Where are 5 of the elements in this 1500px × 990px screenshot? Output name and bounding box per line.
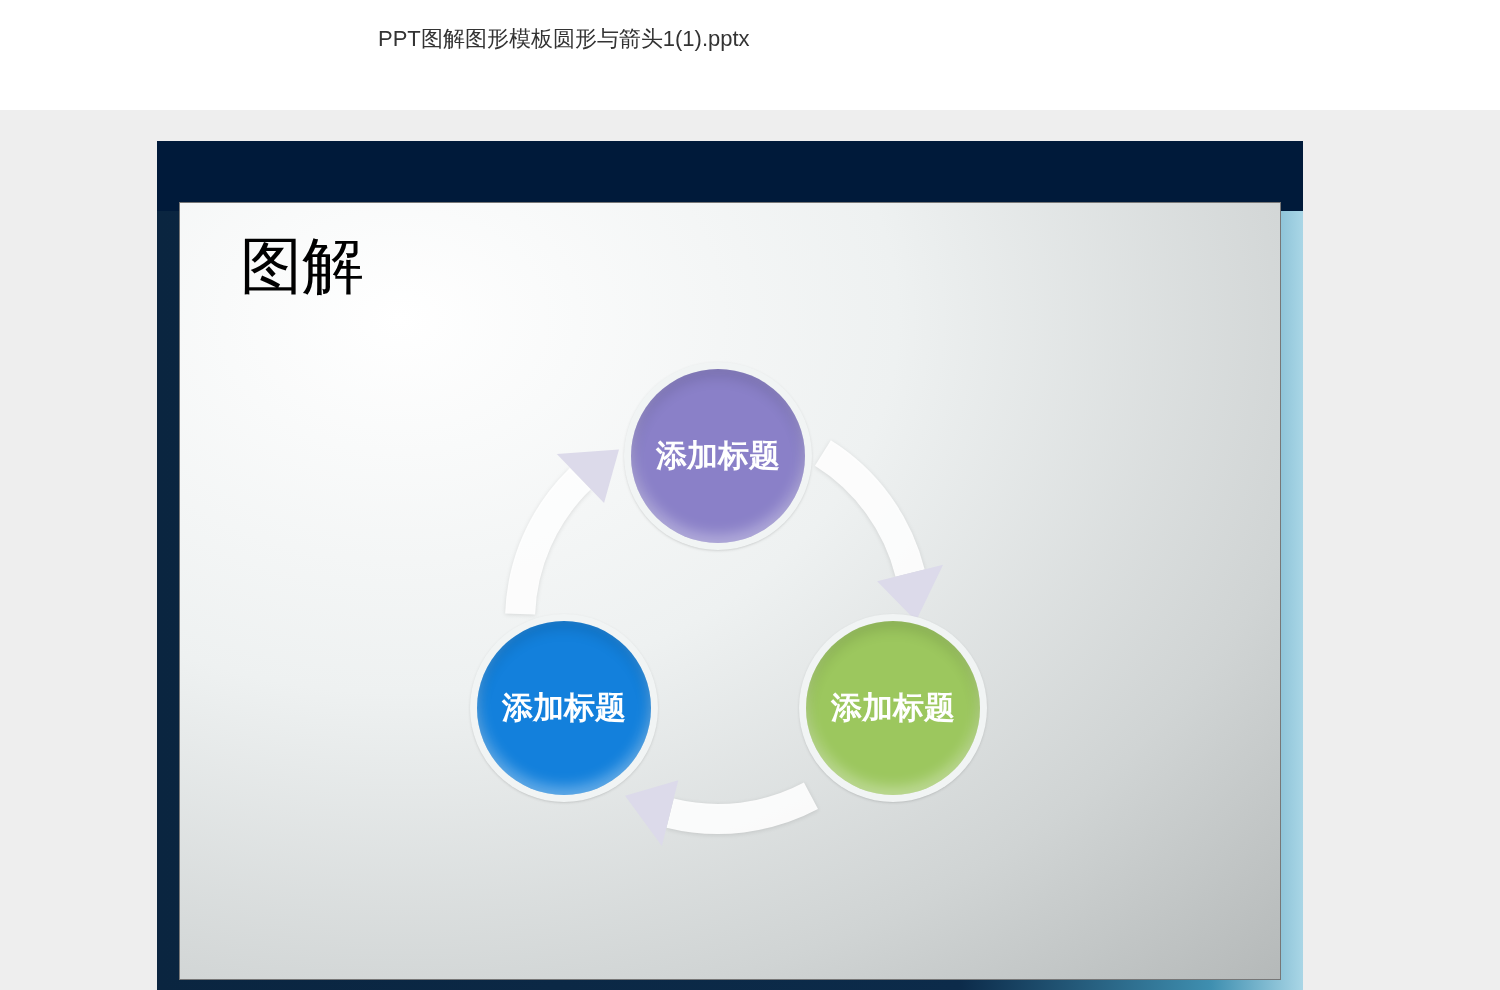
node-label: 添加标题 (502, 688, 626, 727)
slide-title: 图解 (240, 235, 364, 297)
document-filename: PPT图解图形模板圆形与箭头1(1).pptx (378, 25, 750, 53)
node-label: 添加标题 (831, 688, 955, 727)
node-label: 添加标题 (656, 436, 780, 475)
